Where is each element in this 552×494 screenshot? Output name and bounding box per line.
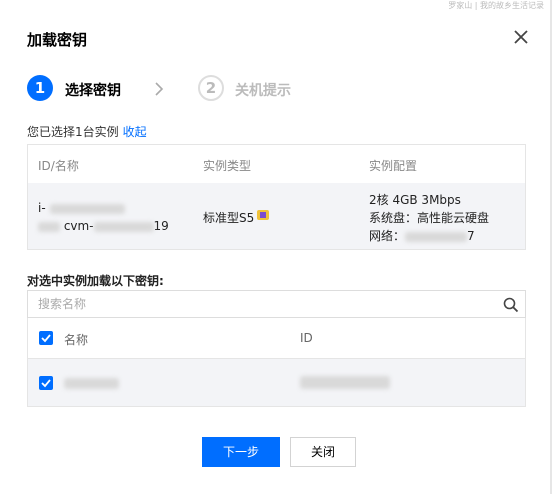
config-disk: 系统盘：高性能云硬盘 <box>369 211 490 225</box>
instance-table: ID/名称 实例类型 实例配置 i- cvm- 19 标准型S5 2核 4GB 3… <box>27 144 526 250</box>
column-header-config: 实例配置 <box>369 159 418 173</box>
redacted-network <box>405 231 468 242</box>
instance-id-name: i- cvm- 19 <box>38 199 169 235</box>
next-button[interactable]: 下一步 <box>202 437 280 467</box>
selection-text: 您已选择1台实例 <box>27 125 119 139</box>
step-2-indicator: 2 <box>198 75 224 101</box>
redacted-name-start <box>38 221 60 232</box>
redacted-key-id <box>300 376 390 389</box>
select-all-checkbox[interactable] <box>39 331 53 345</box>
instance-type: 标准型S5 <box>203 211 255 225</box>
instance-name-suffix: 19 <box>153 219 169 233</box>
column-header-type: 实例类型 <box>203 159 252 173</box>
column-header-id-name: ID/名称 <box>38 159 79 173</box>
table-row: i- cvm- 19 标准型S5 2核 4GB 3Mbps 系统盘：高性能云硬盘 … <box>28 183 525 249</box>
instance-type-badge-icon <box>256 209 270 221</box>
config-network-label: 网络： <box>369 229 406 243</box>
close-icon[interactable] <box>511 27 531 47</box>
table-row[interactable] <box>28 359 525 406</box>
instance-table-header: ID/名称 实例类型 实例配置 <box>28 145 525 184</box>
chevron-right-icon <box>154 81 164 96</box>
dialog-title: 加载密钥 <box>27 31 88 49</box>
config-spec: 2核 4GB 3Mbps <box>369 193 461 207</box>
search-input[interactable] <box>38 296 478 312</box>
row-checkbox[interactable] <box>39 376 53 390</box>
column-header-id: ID <box>300 331 313 345</box>
search-icon[interactable] <box>503 297 519 313</box>
close-button[interactable]: 关闭 <box>290 437 356 467</box>
instance-config: 2核 4GB 3Mbps 系统盘：高性能云硬盘 网络： 7 <box>369 191 489 245</box>
key-table: 名称 ID <box>27 318 526 407</box>
redacted-id <box>49 203 125 214</box>
watermark: 罗家山 | 我的故乡生活记录 <box>448 1 544 10</box>
step-1-indicator: 1 <box>27 75 53 101</box>
redacted-key-name <box>64 378 119 389</box>
selection-summary: 您已选择1台实例 收起 <box>27 123 147 140</box>
key-table-header: 名称 ID <box>28 318 525 359</box>
instance-id: i- <box>38 201 46 215</box>
instance-name-middle: cvm- <box>63 219 94 233</box>
key-section-title: 对选中实例加载以下密钥: <box>27 274 164 288</box>
collapse-link[interactable]: 收起 <box>123 125 147 139</box>
config-network-suffix: 7 <box>467 229 475 243</box>
step-1-label: 选择密钥 <box>65 83 121 99</box>
redacted-name <box>93 221 154 232</box>
search-box <box>27 290 526 318</box>
step-2-label: 关机提示 <box>235 83 291 99</box>
column-header-name: 名称 <box>64 333 89 347</box>
